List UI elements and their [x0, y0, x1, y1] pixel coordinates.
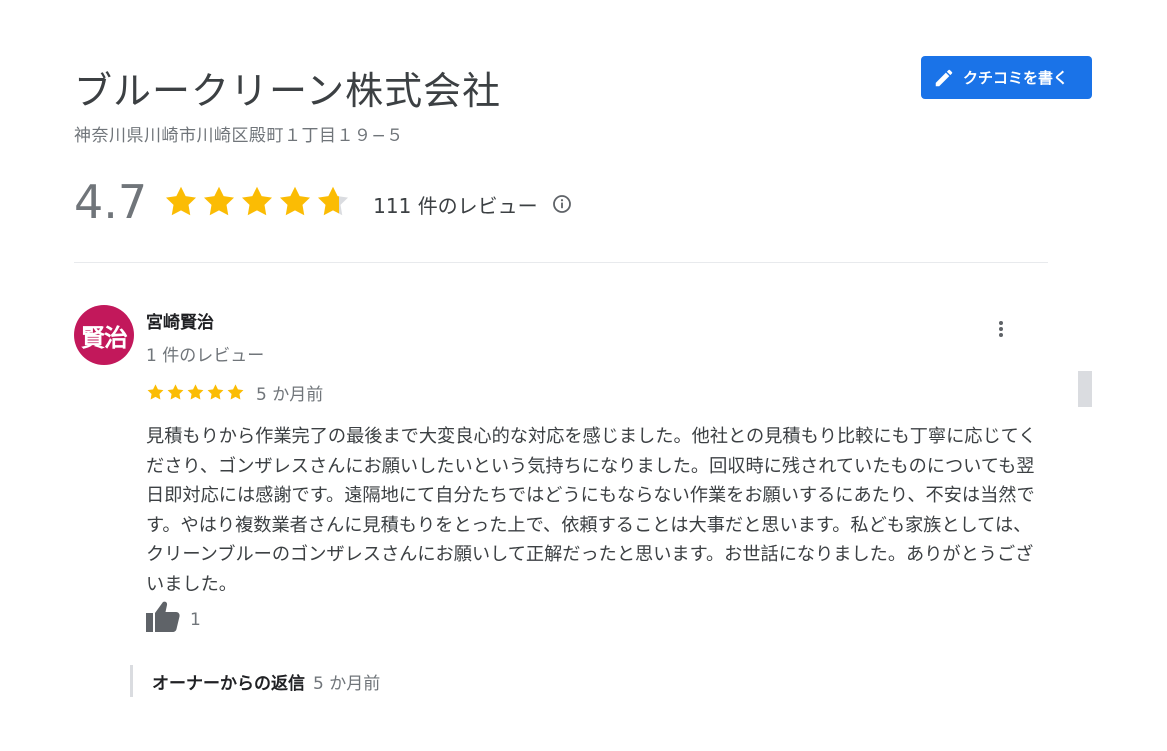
write-review-label: クチコミを書く [963, 69, 1069, 87]
like-button[interactable]: 1 [146, 600, 201, 636]
avatar[interactable]: 賢治 [74, 305, 134, 365]
owner-reply-date: 5 か月前 [313, 673, 381, 694]
rating-stars [163, 184, 353, 220]
avatar-text: 賢治 [81, 323, 128, 352]
star-icon [166, 186, 197, 216]
star-icon [147, 384, 164, 400]
reviewer-name[interactable]: 宮崎賢治 [146, 308, 214, 333]
business-name: ブルークリーン株式会社 [74, 69, 502, 113]
thumbs-up-icon [146, 600, 180, 636]
owner-reply: オーナーからの返信 5 か月前 [130, 665, 380, 697]
more-options-button[interactable] [988, 315, 1014, 343]
pencil-icon [933, 67, 955, 89]
more-vert-icon [999, 319, 1003, 339]
star-icon [207, 384, 224, 400]
review-text: 見積もりから作業完了の最後まで大変良心的な対応を感じました。他社との見積もり比較… [146, 426, 1037, 595]
scrollbar-thumb[interactable] [1078, 371, 1092, 407]
star-icon [242, 186, 273, 216]
review-date: 5 か月前 [256, 385, 324, 405]
star-icon [204, 186, 235, 216]
info-icon[interactable] [552, 194, 572, 214]
star-icon [187, 384, 204, 400]
business-address: 神奈川県川崎市川崎区殿町１丁目１９−５ [74, 126, 404, 146]
write-review-button[interactable]: クチコミを書く [921, 56, 1092, 99]
star-icon [318, 186, 349, 216]
review-count[interactable]: 111 件のレビュー [373, 190, 538, 219]
star-icon [280, 186, 311, 216]
rating-summary: 4.7 111 件のレビュー [74, 172, 572, 232]
star-icon [227, 384, 244, 400]
review-stars [146, 383, 246, 402]
like-count: 1 [190, 610, 201, 630]
review-rating: 5 か月前 [146, 380, 323, 405]
section-divider [74, 262, 1048, 263]
star-icon [167, 384, 184, 400]
reviewer-review-count: 1 件のレビュー [146, 346, 265, 366]
owner-reply-label: オーナーからの返信 [152, 673, 305, 694]
average-rating: 4.7 [74, 175, 148, 229]
